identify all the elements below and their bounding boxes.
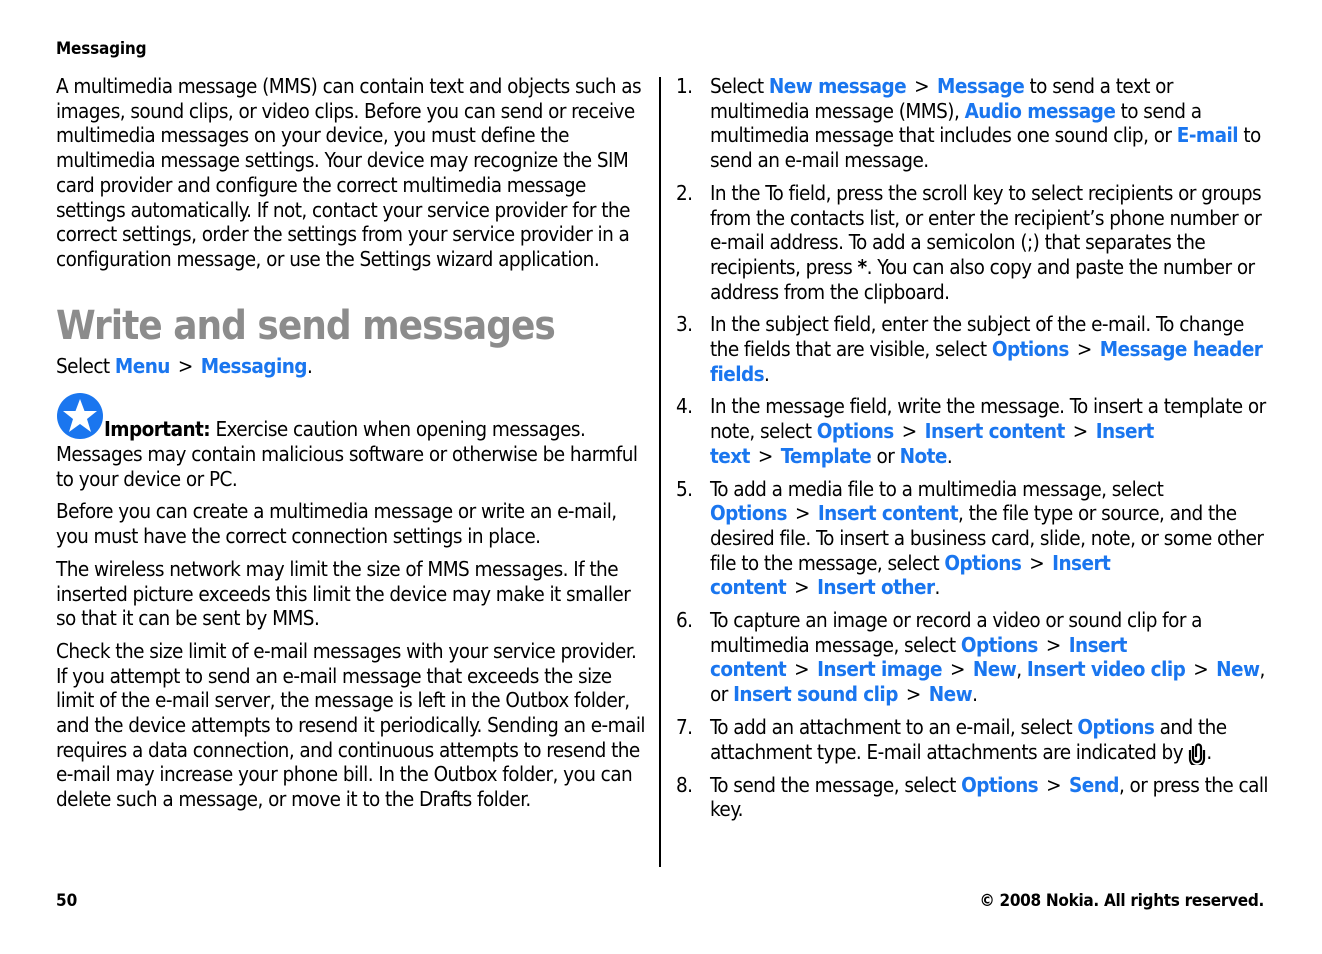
options-link[interactable]: Options — [992, 337, 1070, 361]
key-symbol: * — [857, 254, 868, 279]
path-separator: > — [1045, 632, 1061, 657]
step-text: . — [934, 575, 941, 600]
important-paragraph: Important: Exercise caution when opening… — [56, 392, 648, 491]
step-item: 3. In the subject field, enter the subjec… — [676, 312, 1274, 386]
step-item: 5. To add a media file to a multimedia me… — [676, 477, 1274, 601]
options-link[interactable]: Options — [1077, 715, 1155, 739]
insert-content-link[interactable]: Insert content — [818, 501, 959, 525]
paperclip-icon — [1188, 741, 1206, 767]
path-separator: > — [1193, 657, 1209, 682]
path-separator: > — [794, 501, 810, 526]
step-number: 6. — [676, 608, 693, 633]
copyright: © 2008 Nokia. All rights reserved. — [979, 891, 1264, 911]
step-number: 5. — [676, 476, 693, 501]
step-text: Select — [710, 74, 769, 98]
step-number: 1. — [676, 74, 693, 98]
intro-paragraph: A multimedia message (MMS) can contain t… — [56, 74, 642, 271]
step-text: . — [764, 361, 770, 386]
path-separator: > — [914, 74, 930, 98]
step-item: 6. To capture an image or record a video … — [676, 608, 1274, 707]
options-link[interactable]: Options — [817, 419, 895, 443]
select-suffix: . — [306, 353, 313, 378]
page-number: 50 — [56, 891, 78, 911]
path-separator: > — [1029, 550, 1045, 575]
step-number: 8. — [676, 772, 693, 797]
step-text: To capture an image or record a video or… — [710, 608, 1202, 657]
path-separator: > — [794, 575, 810, 600]
step-text: To add an attachment to an e-mail, selec… — [710, 714, 1078, 739]
path-separator: > — [1072, 419, 1088, 444]
new-link[interactable]: New — [929, 682, 973, 706]
important-label: Important: — [104, 417, 211, 442]
new-link[interactable]: New — [973, 657, 1017, 681]
column-divider — [659, 77, 661, 867]
path-separator: > — [177, 353, 193, 378]
right-column: 1. Select New message > Message to send a t… — [676, 74, 1274, 830]
step-item: 2. In the To field, press the scroll key … — [676, 181, 1274, 305]
new-message-link[interactable]: New message — [769, 74, 907, 98]
new-link[interactable]: New — [1216, 657, 1260, 681]
step-item: 7. To add an attachment to an e-mail, sel… — [676, 714, 1274, 767]
step-number: 2. — [676, 180, 693, 205]
path-separator: > — [757, 443, 773, 468]
message-link[interactable]: Message — [937, 74, 1025, 98]
path-separator: > — [905, 682, 921, 707]
step-text: . — [972, 682, 978, 707]
step-text: To send the message, select — [710, 772, 962, 797]
star-icon — [56, 392, 104, 440]
select-path: Select Menu > Messaging. — [56, 354, 648, 379]
path-separator: > — [1046, 772, 1061, 797]
insert-video-clip-link[interactable]: Insert video clip — [1027, 657, 1186, 681]
paragraph: Before you can create a multimedia messa… — [56, 499, 617, 549]
running-head: Messaging — [56, 39, 147, 59]
note-link[interactable]: Note — [900, 444, 948, 468]
options-link[interactable]: Options — [944, 551, 1022, 575]
path-separator: > — [901, 419, 917, 444]
e-mail-link[interactable]: E-mail — [1177, 123, 1239, 147]
select-prefix: Select — [56, 353, 115, 378]
paragraph: Check the size limit of e-mail messages … — [56, 638, 646, 812]
important-note: Important: Exercise caution when opening… — [56, 392, 648, 491]
audio-message-link[interactable]: Audio message — [965, 99, 1116, 123]
steps-list: 1. Select New message > Message to send a t… — [676, 74, 1274, 822]
insert-content-link[interactable]: Insert content — [925, 419, 1066, 443]
menu-link[interactable]: Menu — [115, 354, 170, 378]
options-link[interactable]: Options — [710, 501, 788, 525]
options-link[interactable]: Options — [961, 633, 1039, 657]
step-text: To add a media file to a multimedia mess… — [710, 476, 1164, 501]
step-item: 8. To send the message, select Options > Se… — [676, 773, 1274, 822]
step-number: 4. — [676, 394, 693, 419]
path-separator: > — [950, 657, 965, 682]
insert-sound-clip-link[interactable]: Insert sound clip — [733, 682, 898, 706]
step-item: 4. In the message field, write the messag… — [676, 394, 1274, 468]
step-text: , — [1016, 657, 1027, 682]
step-number: 7. — [676, 714, 693, 739]
template-link[interactable]: Template — [781, 444, 872, 468]
paragraph: The wireless network may limit the size … — [56, 556, 631, 631]
step-text: . — [1206, 739, 1212, 764]
step-number: 3. — [676, 312, 693, 337]
step-text: . — [946, 443, 953, 468]
left-column: A multimedia message (MMS) can contain t… — [56, 74, 648, 820]
insert-other-link[interactable]: Insert other — [817, 575, 935, 599]
path-separator: > — [794, 657, 810, 682]
messaging-link[interactable]: Messaging — [201, 354, 308, 378]
options-link[interactable]: Options — [961, 773, 1039, 797]
insert-image-link[interactable]: Insert image — [817, 657, 942, 681]
step-text: or — [871, 443, 900, 468]
path-separator: > — [1076, 337, 1092, 362]
section-title: Write and send messages — [56, 302, 556, 349]
step-item: 1. Select New message > Message to send a t… — [676, 74, 1274, 173]
send-link[interactable]: Send — [1069, 773, 1119, 797]
